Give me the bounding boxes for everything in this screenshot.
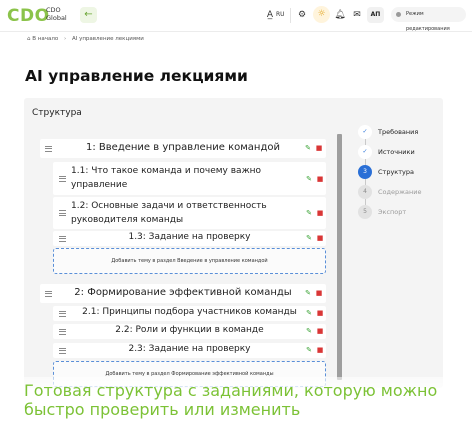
topic-title: 2.1: Принципы подбора участников команды [82,307,297,317]
delete-icon[interactable]: ■ [315,208,325,218]
step-label: Экспорт [378,208,407,216]
step-content[interactable]: 4 Содержание [358,185,438,199]
add-topic-button[interactable]: Добавить тему в раздел Введение в управл… [53,248,326,274]
breadcrumb-home[interactable]: В начало [32,36,58,42]
avatar[interactable]: АП [367,7,384,23]
delete-icon[interactable]: ■ [315,308,325,318]
topic-row[interactable]: 1.1: Что такое команда и почему важно уп… [53,162,326,195]
check-icon: ✓ [358,145,372,159]
theme-toggle-button[interactable]: ☼ [313,6,330,23]
drag-handle-icon[interactable] [59,210,66,216]
delete-icon[interactable]: ■ [314,143,324,153]
brand-name: CDO Global [46,6,67,22]
edit-icon[interactable]: ✎ [304,308,314,318]
step-sources[interactable]: ✓ Источники [358,145,438,159]
section-title: 1: Введение в управление командой [86,142,280,153]
topic-title: 1.1: Что такое команда и почему важно уп… [71,166,262,190]
breadcrumb-current: AI управление лекциями [71,36,144,42]
caption-text: Готовая структура с заданиями, которую м… [24,381,438,419]
header-divider [290,8,291,23]
edit-mode-toggle[interactable]: Режим редактирования [391,7,466,32]
topic-row[interactable]: 2.3: Задание на проверку ✎ ■ [53,343,326,358]
edit-icon[interactable]: ✎ [304,174,314,184]
topic-row[interactable]: 1.2: Основные задачи и ответственность р… [53,197,326,229]
check-icon: ✓ [358,125,372,139]
scrollbar[interactable] [337,134,342,380]
home-icon[interactable]: ⌂ [27,36,31,42]
step-requirements[interactable]: ✓ Требования [358,125,438,139]
arrow-left-icon: ← [84,9,93,20]
top-header: CDO CDO Global ← A̲ RU ⚙ ☼ 🔔︎ ✉ АП Режим… [0,0,472,32]
bell-icon[interactable]: 🔔︎ [334,9,346,21]
section-row[interactable]: 2: Формирование эффективной команды ✎ ■ [40,284,326,303]
topic-title: 2.2: Роли и функции в команде [115,325,264,335]
brand-line-2: Global [46,14,67,22]
page: CDO CDO Global ← A̲ RU ⚙ ☼ 🔔︎ ✉ АП Режим… [0,0,472,440]
page-title: AI управление лекциями [25,67,248,85]
section-title: 2: Формирование эффективной команды [74,287,292,298]
breadcrumb: ⌂ В начало › AI управление лекциями [27,36,144,42]
step-structure[interactable]: 3 Структура [358,165,438,179]
section-row[interactable]: 1: Введение в управление командой ✎ ■ [40,139,326,158]
edit-icon[interactable]: ✎ [303,143,313,153]
edit-icon[interactable]: ✎ [304,345,314,355]
logo[interactable]: CDO [7,6,50,26]
edit-icon[interactable]: ✎ [304,326,314,336]
step-number: 4 [358,185,372,199]
delete-icon[interactable]: ■ [315,326,325,336]
translate-icon[interactable]: A̲ [264,9,276,21]
language-selector[interactable]: RU [276,11,285,18]
edit-mode-label: Режим редактирования [406,11,450,32]
topic-title: 1.2: Основные задачи и ответственность р… [71,201,267,225]
chat-icon[interactable]: ✉ [351,9,363,21]
step-number: 5 [358,205,372,219]
back-button[interactable]: ← [80,7,97,23]
step-export[interactable]: 5 Экспорт [358,205,438,219]
edit-icon[interactable]: ✎ [304,233,314,243]
topic-title: 1.3: Задание на проверку [128,232,251,242]
topic-title: 2.3: Задание на проверку [128,344,251,354]
step-number: 3 [358,165,372,179]
structure-title: Структура [32,108,82,118]
delete-icon[interactable]: ■ [315,233,325,243]
delete-icon[interactable]: ■ [314,288,324,298]
chevron-right-icon: › [64,36,67,42]
sun-icon: ☼ [317,9,326,19]
edit-icon[interactable]: ✎ [304,208,314,218]
step-label: Содержание [378,188,422,196]
topic-row[interactable]: 1.3: Задание на проверку ✎ ■ [53,231,326,246]
delete-icon[interactable]: ■ [315,174,325,184]
brand-line-1: CDO [46,6,61,14]
gear-icon[interactable]: ⚙ [296,9,308,21]
toggle-dot [396,12,401,17]
edit-icon[interactable]: ✎ [303,288,313,298]
delete-icon[interactable]: ■ [315,345,325,355]
step-label: Источники [378,148,415,156]
step-label: Требования [378,128,419,136]
step-label: Структура [378,168,414,176]
drag-handle-icon[interactable] [59,175,66,182]
topic-row[interactable]: 2.1: Принципы подбора участников команды… [53,306,326,321]
topic-row[interactable]: 2.2: Роли и функции в команде ✎ ■ [53,324,326,339]
